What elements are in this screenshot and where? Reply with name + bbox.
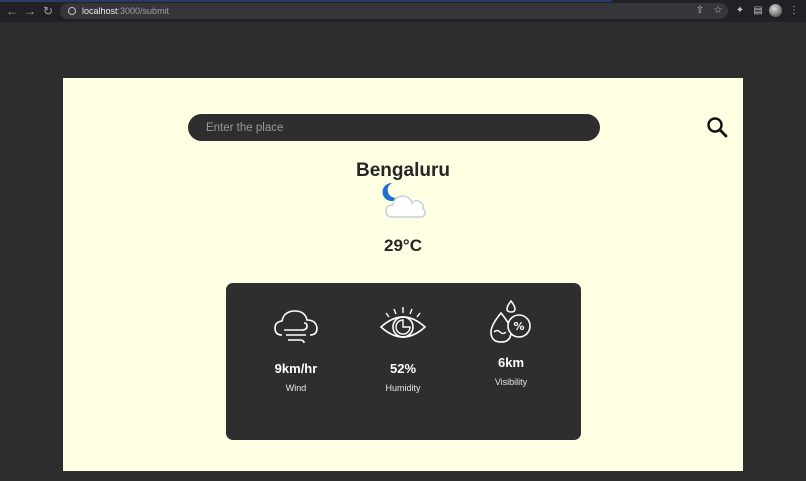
humidity-label: Humidity	[385, 383, 421, 393]
url-host: localhost	[82, 6, 118, 16]
visibility-stat: % 6km Visibility	[466, 299, 556, 387]
reload-icon[interactable]: ↻	[41, 4, 55, 18]
extensions-icon[interactable]: ✦	[733, 4, 747, 18]
city-name: Bengaluru	[356, 160, 450, 181]
back-icon[interactable]: ←	[5, 4, 19, 18]
weather-page: Bengaluru 29°C 9km/hr Wind	[63, 78, 743, 471]
wind-value: 9km/hr	[274, 361, 318, 376]
profile-avatar[interactable]	[769, 4, 782, 17]
humidity-value: 52%	[389, 361, 417, 376]
temperature: 29°C	[384, 236, 422, 255]
search-icon[interactable]	[706, 116, 728, 138]
wind-cloud-icon	[274, 310, 318, 344]
humidity-stat: 52% Humidity	[358, 305, 448, 393]
search-input[interactable]	[188, 114, 600, 141]
sidepanel-icon[interactable]: ▤	[751, 4, 765, 18]
svg-text:%: %	[513, 320, 524, 333]
menu-icon[interactable]: ⋮	[787, 4, 801, 18]
wind-stat: 9km/hr Wind	[251, 305, 341, 393]
moon-cloud-icon	[382, 182, 427, 218]
info-icon[interactable]	[68, 7, 76, 15]
stats-card: 9km/hr Wind 52% Humidity % 6km Visibilit…	[226, 283, 581, 440]
star-icon[interactable]: ☆	[711, 4, 725, 18]
address-bar[interactable]: localhost:3000/submit	[60, 3, 728, 19]
share-icon[interactable]: ⇧	[693, 4, 707, 18]
eye-icon	[379, 307, 427, 338]
loading-bar	[0, 0, 612, 2]
wind-label: Wind	[285, 383, 307, 393]
browser-toolbar: ← → ↻ localhost:3000/submit ⇧ ☆ ✦ ▤ ⋮	[0, 0, 806, 22]
visibility-value: 6km	[497, 355, 525, 370]
visibility-label: Visibility	[494, 377, 528, 387]
forward-icon[interactable]: →	[23, 4, 37, 18]
humidity-drop-icon: %	[490, 299, 531, 343]
url-path: :3000/submit	[117, 6, 170, 16]
